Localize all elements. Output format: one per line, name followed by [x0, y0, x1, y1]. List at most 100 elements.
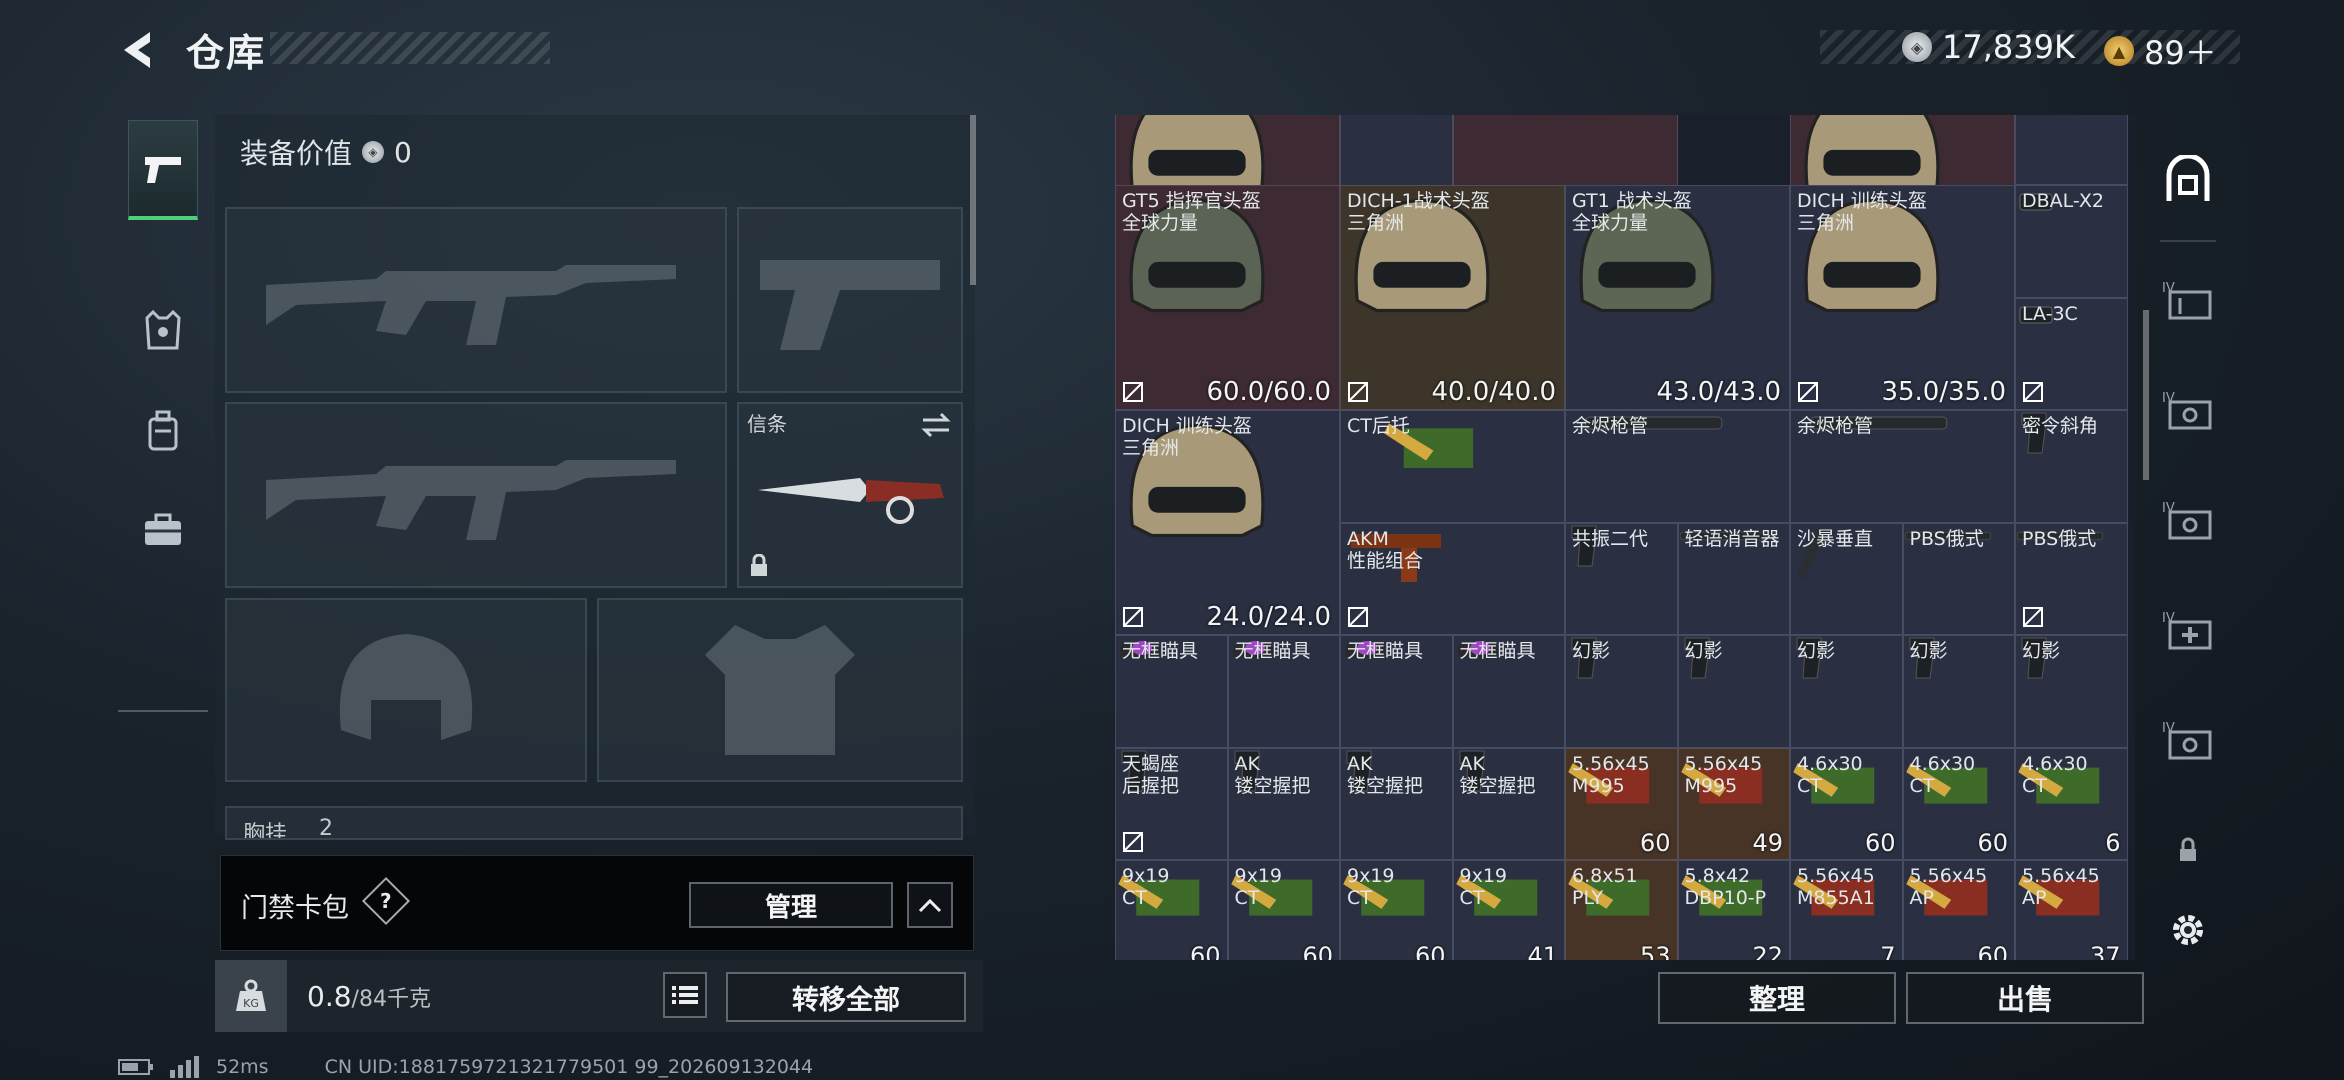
inventory-item[interactable]: AK 镂空握把: [1227, 747, 1340, 860]
silver-coin-icon: ◈: [362, 141, 385, 163]
inventory-item[interactable]: 5.56x45 AP 60: [1902, 860, 2015, 960]
item-name: 5.56x45 AP: [2022, 865, 2100, 909]
inventory-item[interactable]: 5.56x45 M855A1 7: [1790, 860, 1903, 960]
silver-currency[interactable]: ◈ 17,839K: [1902, 28, 2075, 66]
helmet-silhouette-icon: [339, 634, 473, 740]
tab-medkit-case[interactable]: IV: [2152, 575, 2224, 685]
inventory-item[interactable]: 幻影: [1677, 635, 1790, 748]
inventory-item[interactable]: 5.56x45 M995 49: [1677, 747, 1790, 860]
case-icon: IV: [2162, 281, 2212, 320]
inventory-item[interactable]: PBS俄式: [1902, 522, 2015, 635]
inventory-item[interactable]: DBAL-X2: [2015, 185, 2128, 298]
inventory-item[interactable]: DICH 训练头盔 三角洲 35.0/35.0: [1790, 185, 2015, 410]
secondary-weapon-slot[interactable]: [225, 402, 727, 588]
list-view-button[interactable]: [663, 972, 707, 1018]
settings-button[interactable]: [2152, 875, 2224, 985]
gear-icon: [2173, 915, 2203, 945]
inventory-item[interactable]: 无框瞄具: [1115, 635, 1228, 748]
inventory-item[interactable]: 密令斜角: [2015, 410, 2128, 523]
tab-case-4[interactable]: IV: [2152, 685, 2224, 795]
tab-case-2[interactable]: IV: [2152, 355, 2224, 465]
tab-case-1[interactable]: IV: [2152, 245, 2224, 355]
inventory-item[interactable]: 4.6x30 CT 60: [1902, 747, 2015, 860]
inventory-item[interactable]: 9x19 CT 60: [1227, 860, 1340, 960]
silver-currency-value: 17,839K: [1942, 28, 2075, 66]
inventory-item[interactable]: 幻影: [1790, 635, 1903, 748]
inventory-item[interactable]: GT5 指挥官头盔 全球力量 60.0/60.0: [1115, 185, 1340, 410]
inventory-item[interactable]: 沙暴垂直: [1790, 522, 1903, 635]
back-button[interactable]: [112, 22, 162, 78]
inventory-item[interactable]: 无框瞄具: [1452, 635, 1565, 748]
tab-rail-divider: [118, 710, 208, 712]
armor-slot[interactable]: [597, 598, 963, 782]
transfer-all-button[interactable]: 转移全部: [726, 972, 966, 1022]
svg-text:IV: IV: [2162, 391, 2175, 406]
inventory-item[interactable]: LA-3C: [2015, 297, 2128, 410]
inventory-item[interactable]: 5.56x45 AP 37: [2015, 860, 2128, 960]
inventory-item[interactable]: 共振二代: [1565, 522, 1678, 635]
inventory-item[interactable]: 轻语消音器: [1677, 522, 1790, 635]
item-name: 无框瞄具: [1347, 640, 1424, 662]
item-name: 无框瞄具: [1234, 640, 1311, 662]
inventory-item[interactable]: AKM 性能组合: [1340, 522, 1565, 635]
chest-rig-slot[interactable]: 胸挂 2: [225, 806, 963, 840]
inventory-scrollbar[interactable]: [2143, 310, 2149, 480]
inventory-item[interactable]: 6.8x51 PLY 53: [1565, 860, 1678, 960]
tab-weapons[interactable]: [128, 120, 198, 220]
storage-tab-rail: IV IV IV IV IV: [2152, 115, 2224, 975]
list-icon: [672, 986, 698, 1004]
inventory-item[interactable]: 天蝎座 后握把: [1115, 747, 1228, 860]
item-count: 60: [1639, 829, 1671, 857]
tab-case-3[interactable]: IV: [2152, 465, 2224, 575]
inventory-item[interactable]: 幻影: [1902, 635, 2015, 748]
sell-button[interactable]: 出售: [1906, 972, 2144, 1024]
inventory-item[interactable]: GT1 战术头盔 全球力量 43.0/43.0: [1565, 185, 1790, 410]
item-name: 5.56x45 M995: [1572, 752, 1650, 797]
inventory-item[interactable]: 9x19 CT 60: [1115, 860, 1228, 960]
inventory-item[interactable]: 余烬枪管: [1565, 410, 1790, 523]
inventory-item[interactable]: 9x19 CT 41: [1452, 860, 1565, 960]
inventory-item[interactable]: 5.8x42 DBP10-P 22: [1677, 860, 1790, 960]
inventory-item[interactable]: PBS俄式: [2015, 522, 2128, 635]
svg-text:IV: IV: [2162, 611, 2175, 626]
inventory-item[interactable]: AK 镂空握把: [1452, 747, 1565, 860]
gold-currency[interactable]: ▲ 89＋: [2104, 28, 2217, 74]
inventory-item[interactable]: 4.6x30 CT 60: [1790, 747, 1903, 860]
rail-separator: [2160, 240, 2216, 242]
rifle-silhouette-icon: [266, 460, 676, 540]
primary-weapon-slot[interactable]: [225, 207, 727, 393]
inventory-item[interactable]: 5.56x45 M995 60: [1565, 747, 1678, 860]
inventory-item[interactable]: [2015, 115, 2128, 185]
inventory-item[interactable]: DICH-1战术头盔 三角洲 40.0/40.0: [1340, 185, 1565, 410]
sort-button[interactable]: 整理: [1658, 972, 1896, 1024]
uninsured-icon: [1347, 606, 1369, 628]
item-name: PBS俄式: [1909, 527, 1984, 550]
inventory-item[interactable]: AK 镂空握把: [1340, 747, 1453, 860]
expand-button[interactable]: [907, 882, 953, 928]
item-count: 7: [1880, 941, 1896, 961]
melee-slot[interactable]: 信条: [737, 402, 963, 588]
inventory-item[interactable]: 无框瞄具: [1227, 635, 1340, 748]
tab-briefcase[interactable]: [128, 480, 198, 580]
tab-vest[interactable]: [128, 280, 198, 380]
uninsured-icon: [1122, 831, 1144, 853]
item-name: 幻影: [1909, 640, 1948, 662]
uninsured-icon: [2022, 606, 2044, 628]
case-icon: IV: [2162, 721, 2212, 760]
inventory-item[interactable]: DICH 训练头盔 三角洲 24.0/24.0: [1115, 410, 1340, 635]
pistol-slot[interactable]: [737, 207, 963, 393]
inventory-item[interactable]: 余烬枪管: [1790, 410, 2015, 523]
inventory-item[interactable]: CT后托: [1340, 410, 1565, 523]
manage-button[interactable]: 管理: [689, 882, 893, 928]
tab-safe-box[interactable]: [2152, 125, 2224, 235]
inventory-item[interactable]: 幻影: [2015, 635, 2128, 748]
loadout-scrollbar[interactable]: [970, 115, 976, 285]
inventory-item[interactable]: 9x19 CT 60: [1340, 860, 1453, 960]
inventory-item[interactable]: 幻影: [1565, 635, 1678, 748]
helmet-slot[interactable]: [225, 598, 587, 782]
inventory-item[interactable]: 无框瞄具: [1340, 635, 1453, 748]
inventory-item[interactable]: 4.6x30 CT 6: [2015, 747, 2128, 860]
tab-backpack[interactable]: [128, 380, 198, 480]
help-icon[interactable]: ?: [361, 876, 411, 926]
item-name: 共振二代: [1572, 527, 1649, 550]
